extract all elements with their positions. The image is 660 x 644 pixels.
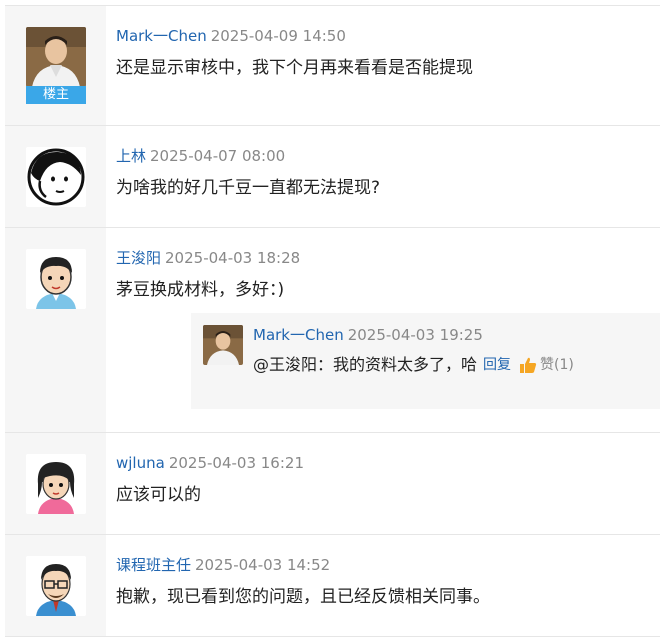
like-count: 赞(1) — [540, 357, 574, 373]
author-link[interactable]: wjluna — [116, 454, 165, 472]
comment-body: 上林 2025-04-07 08:00 为啥我的好几千豆一直都无法提现? — [106, 126, 660, 227]
reply-author-link[interactable]: Mark一Chen — [253, 326, 344, 344]
like-button[interactable]: 赞(1) — [519, 353, 574, 377]
cartoon-woman-avatar-icon — [26, 454, 86, 514]
avatar-column — [5, 433, 106, 534]
comment-list: 楼主 Mark一Chen 2025-04-09 14:50 还是显示审核中，我下个… — [0, 0, 660, 644]
comment-body: wjluna 2025-04-03 16:21 应该可以的 — [106, 433, 660, 534]
avatar-column — [5, 126, 106, 227]
reply-avatar[interactable] — [203, 325, 243, 365]
comment-text: 应该可以的 — [116, 485, 201, 505]
cartoon-glasses-man-avatar-icon — [26, 556, 86, 616]
avatar-column — [5, 535, 106, 636]
comment-text: 茅豆换成材料，多好：) — [116, 280, 285, 300]
comment-meta: Mark一Chen 2025-04-09 14:50 — [116, 26, 346, 46]
thumbs-up-icon — [520, 357, 537, 373]
comment-item: 王浚阳 2025-04-03 18:28 茅豆换成材料，多好：) Mark一Che… — [5, 228, 660, 433]
comment-meta: 王浚阳 2025-04-03 18:28 — [116, 248, 300, 268]
timestamp: 2025-04-07 08:00 — [150, 147, 286, 165]
avatar-column — [5, 228, 106, 432]
owner-badge: 楼主 — [26, 86, 86, 104]
comment-item: 楼主 Mark一Chen 2025-04-09 14:50 还是显示审核中，我下个… — [5, 5, 660, 126]
avatar[interactable] — [26, 27, 86, 87]
avatar[interactable] — [26, 556, 86, 616]
comment-text: 抱歉，现已看到您的问题，且已经反馈相关同事。 — [116, 587, 490, 607]
comment-text: 为啥我的好几千豆一直都无法提现? — [116, 178, 381, 198]
sketch-face-avatar-icon — [26, 147, 86, 207]
timestamp: 2025-04-09 14:50 — [210, 27, 346, 45]
avatar[interactable] — [26, 454, 86, 514]
timestamp: 2025-04-03 18:28 — [165, 249, 301, 267]
timestamp: 2025-04-03 16:21 — [168, 454, 304, 472]
comment-body: 课程班主任 2025-04-03 14:52 抱歉，现已看到您的问题，且已经反馈相… — [106, 535, 660, 636]
author-link[interactable]: 课程班主任 — [116, 556, 191, 574]
avatar[interactable] — [26, 249, 86, 309]
reply-text: @王浚阳：我的资料太多了，哈 — [253, 355, 478, 374]
reply-box: Mark一Chen 2025-04-03 19:25 @王浚阳：我的资料太多了，哈… — [191, 313, 660, 409]
reply-button[interactable]: 回复 — [483, 353, 511, 377]
photo-avatar-icon — [203, 325, 243, 365]
reply-meta: Mark一Chen 2025-04-03 19:25 — [253, 325, 483, 345]
author-link[interactable]: 上林 — [116, 147, 146, 165]
reply-content: @王浚阳：我的资料太多了，哈 回复 赞(1) — [253, 353, 574, 377]
comment-item: wjluna 2025-04-03 16:21 应该可以的 — [5, 433, 660, 535]
avatar[interactable] — [26, 147, 86, 207]
comment-text: 还是显示审核中，我下个月再来看看是否能提现 — [116, 58, 473, 78]
comment-item: 课程班主任 2025-04-03 14:52 抱歉，现已看到您的问题，且已经反馈相… — [5, 535, 660, 637]
reply-timestamp: 2025-04-03 19:25 — [347, 326, 483, 344]
comment-body: 王浚阳 2025-04-03 18:28 茅豆换成材料，多好：) Mark一Che… — [106, 228, 660, 432]
author-link[interactable]: Mark一Chen — [116, 27, 207, 45]
comment-item: 上林 2025-04-07 08:00 为啥我的好几千豆一直都无法提现? — [5, 126, 660, 228]
author-link[interactable]: 王浚阳 — [116, 249, 161, 267]
comment-meta: 上林 2025-04-07 08:00 — [116, 146, 285, 166]
avatar-column: 楼主 — [5, 6, 106, 125]
cartoon-man-avatar-icon — [26, 249, 86, 309]
comment-meta: 课程班主任 2025-04-03 14:52 — [116, 555, 330, 575]
photo-avatar-icon — [26, 27, 86, 87]
timestamp: 2025-04-03 14:52 — [195, 556, 331, 574]
comment-body: Mark一Chen 2025-04-09 14:50 还是显示审核中，我下个月再来… — [106, 6, 660, 125]
comment-meta: wjluna 2025-04-03 16:21 — [116, 453, 304, 473]
